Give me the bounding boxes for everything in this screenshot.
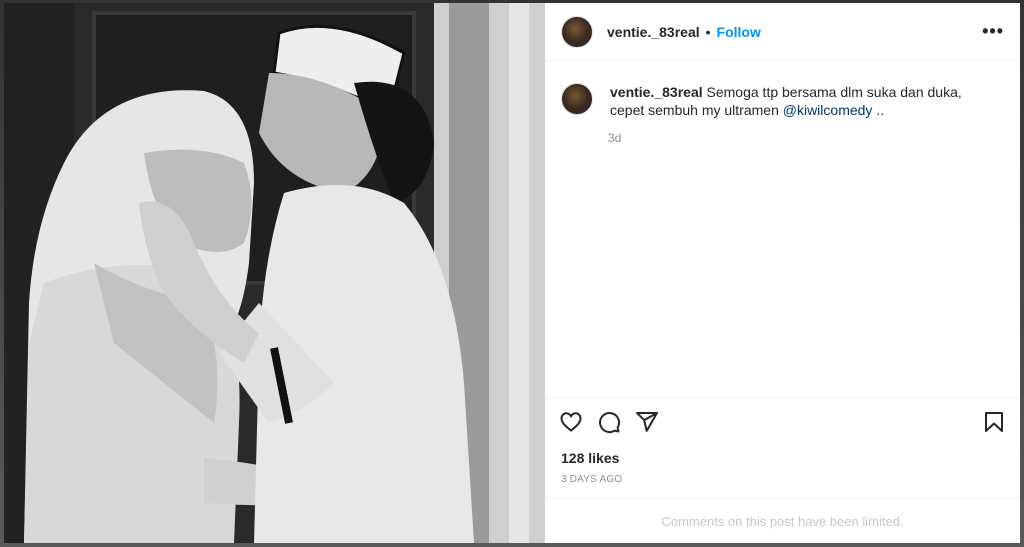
comments-limited-notice: Comments on this post have been limited. — [545, 498, 1020, 543]
caption-tail: .. — [872, 102, 885, 118]
caption-body: ventie._83real Semoga ttp bersama dlm su… — [610, 83, 990, 119]
more-options-icon[interactable]: ••• — [982, 21, 1004, 42]
comment-icon[interactable] — [597, 410, 621, 434]
heart-icon[interactable] — [559, 410, 583, 434]
share-icon[interactable] — [635, 410, 659, 434]
like-count[interactable]: 128 likes — [561, 450, 619, 466]
follow-button[interactable]: Follow — [717, 24, 761, 40]
caption-username[interactable]: ventie._83real — [610, 84, 703, 100]
username-link[interactable]: ventie._83real — [607, 24, 700, 40]
post-timestamp: 3 DAYS AGO — [561, 474, 623, 485]
avatar[interactable] — [561, 15, 593, 48]
post-modal: ventie._83real • Follow ••• ventie._83re… — [4, 3, 1020, 543]
post-sidebar: ventie._83real • Follow ••• ventie._83re… — [545, 3, 1020, 543]
caption: ventie._83real Semoga ttp bersama dlm su… — [545, 61, 1020, 119]
separator-dot: • — [705, 23, 711, 40]
bookmark-icon[interactable] — [982, 410, 1006, 434]
caption-timestamp: 3d — [608, 131, 622, 145]
caption-avatar[interactable] — [561, 83, 593, 115]
post-header: ventie._83real • Follow ••• — [545, 3, 1020, 61]
caption-mention[interactable]: @kiwilcomedy — [783, 102, 873, 118]
action-bar — [545, 397, 1020, 446]
post-photo[interactable] — [4, 3, 545, 543]
photo-illustration — [4, 3, 545, 543]
